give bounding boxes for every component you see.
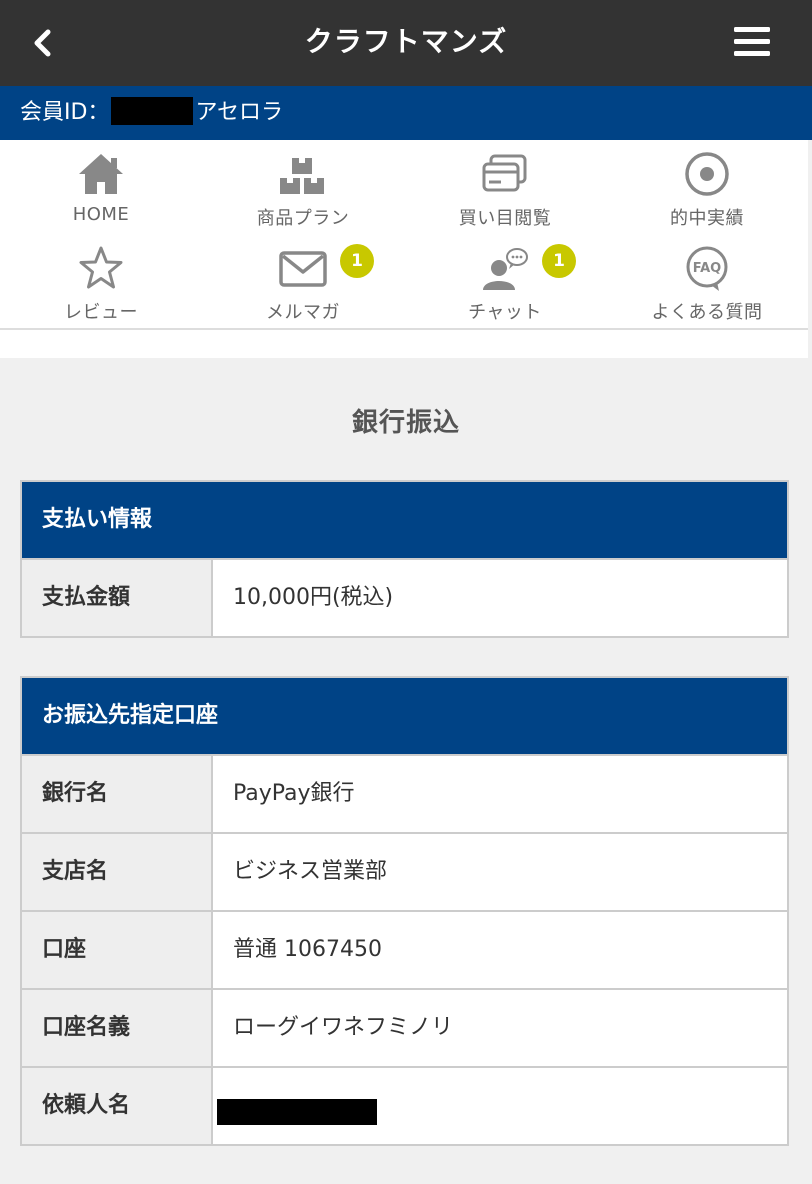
amount-value: 10,000円(税込)	[233, 585, 394, 610]
app-title: クラフトマンズ	[304, 25, 508, 58]
nav-item-chat[interactable]: チャット 1	[404, 236, 606, 330]
bank-account-heading: お振込先指定口座	[22, 678, 787, 754]
menu-button[interactable]	[734, 24, 774, 64]
table-row: 支払金額 10,000円(税込)	[22, 558, 787, 636]
chat-user-icon	[483, 248, 528, 290]
nav-bottom-strip	[0, 330, 808, 358]
account-holder-value: ローグイワネフミノリ	[233, 1015, 454, 1040]
amount-label: 支払金額	[22, 560, 213, 636]
mail-icon	[279, 251, 327, 287]
nav-item-results[interactable]: 的中実績	[606, 142, 808, 236]
account-holder-label: 口座名義	[22, 990, 213, 1066]
boxes-icon	[280, 158, 324, 194]
nav-item-plans[interactable]: 商品プラン	[202, 142, 404, 236]
page-title: 銀行振込	[351, 408, 460, 438]
redacted-requester-name	[217, 1099, 377, 1125]
account-number-label: 口座	[22, 912, 213, 988]
nav-item-picks[interactable]: 買い目閲覧	[404, 142, 606, 236]
requester-name-label: 依頼人名	[22, 1068, 213, 1144]
member-bar: 会員ID： アセロラ	[0, 86, 812, 140]
home-icon	[79, 154, 123, 194]
nav-item-home[interactable]: HOME	[0, 142, 202, 236]
bank-name-label: 銀行名	[22, 756, 213, 832]
table-row: 依頼人名	[22, 1066, 787, 1144]
nav-item-reviews[interactable]: レビュー	[0, 236, 202, 330]
table-row: 口座 普通 1067450	[22, 910, 787, 988]
payment-info-heading: 支払い情報	[22, 482, 787, 558]
account-number-value: 普通 1067450	[233, 937, 382, 962]
newsletter-unread-badge: 1	[340, 244, 374, 278]
table-row: 支店名 ビジネス営業部	[22, 832, 787, 910]
branch-name-label: 支店名	[22, 834, 213, 910]
bank-name-value: PayPay銀行	[233, 781, 355, 806]
member-id-label: 会員ID：	[20, 100, 110, 125]
requester-name-value	[213, 1068, 787, 1144]
member-name: アセロラ	[195, 100, 283, 125]
payment-info-card: 支払い情報 支払金額 10,000円(税込)	[20, 480, 789, 638]
nav-item-newsletter[interactable]: メルマガ 1	[202, 236, 404, 330]
bank-account-card: お振込先指定口座 銀行名 PayPay銀行 支店名 ビジネス営業部 口座 普通 …	[20, 676, 789, 1146]
table-row: 口座名義 ローグイワネフミノリ	[22, 988, 787, 1066]
branch-name-value: ビジネス営業部	[233, 859, 388, 884]
hamburger-menu-icon	[734, 27, 770, 56]
redacted-member-id	[111, 97, 194, 125]
cards-icon	[482, 154, 527, 192]
table-row: 銀行名 PayPay銀行	[22, 754, 787, 832]
svg-text:FAQ: FAQ	[693, 261, 722, 276]
chat-unread-badge: 1	[542, 244, 576, 278]
faq-icon: FAQ	[686, 246, 728, 291]
star-icon	[79, 246, 123, 289]
nav-grid: HOME 商品プラン 買い目閲覧 的中実績 レビュー メルマガ 1 チャット 1…	[0, 140, 808, 330]
nav-item-faq[interactable]: FAQ よくある質問	[606, 236, 808, 330]
app-header: クラフトマンズ	[0, 0, 812, 86]
target-icon	[685, 152, 729, 196]
